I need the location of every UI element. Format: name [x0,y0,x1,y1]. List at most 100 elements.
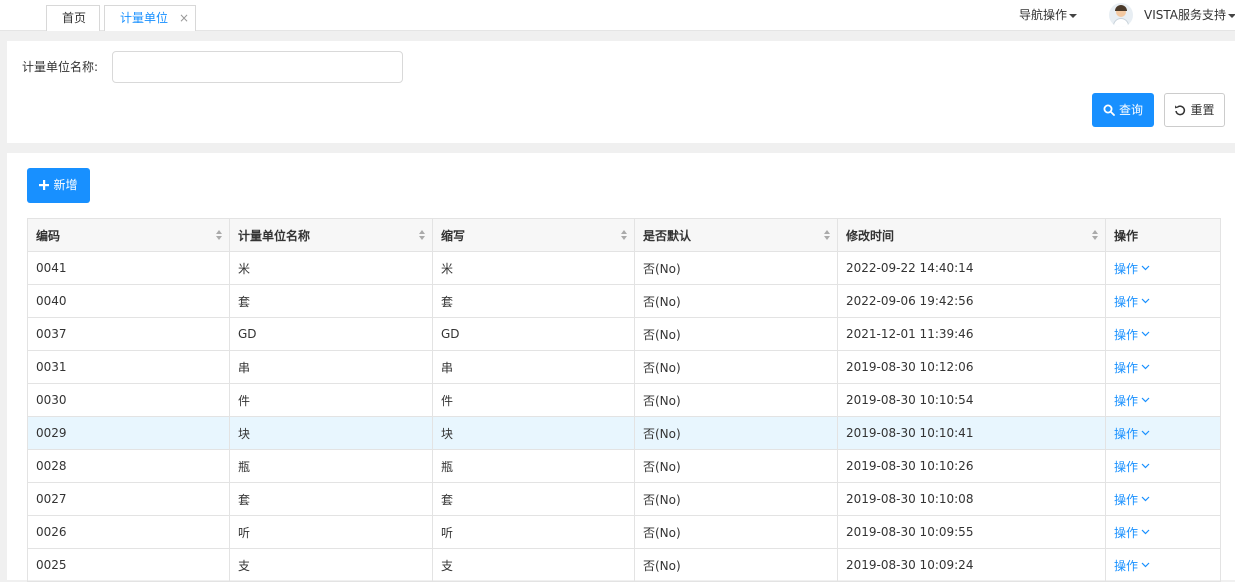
cell-is-default: 否(No) [634,548,838,582]
chevron-down-icon [1141,364,1150,370]
sort-icon[interactable] [824,230,830,240]
cell-abbreviation: 串 [432,350,635,384]
table-header-row: 编码 计量单位名称 缩写 是否默认 修改时间 操作 [27,218,1221,252]
cell-modified-time: 2019-08-30 10:10:08 [837,482,1106,516]
table-row[interactable]: 0030 件 件 否(No) 2019-08-30 10:10:54 操作 [27,383,1221,417]
cell-is-default: 否(No) [634,449,838,483]
cell-is-default: 否(No) [634,515,838,549]
column-header-label: 缩写 [441,228,466,243]
column-header-label: 操作 [1114,228,1139,243]
cell-actions: 操作 [1105,482,1221,516]
search-icon [1103,104,1115,116]
nav-operations-menu[interactable]: 导航操作 [1019,6,1078,24]
reset-button[interactable]: 重置 [1164,93,1225,127]
cell-actions: 操作 [1105,416,1221,450]
cell-abbreviation: 套 [432,482,635,516]
actions-dropdown[interactable]: 操作 [1114,427,1150,441]
chevron-down-icon [1141,298,1150,304]
cell-modified-time: 2019-08-30 10:12:06 [837,350,1106,384]
cell-code: 0037 [27,317,230,351]
search-panel: 计量单位名称: 查询 重置 [7,41,1235,143]
cell-code: 0041 [27,251,230,285]
cell-modified-time: 2019-08-30 10:10:26 [837,449,1106,483]
actions-dropdown[interactable]: 操作 [1114,493,1150,507]
table-row[interactable]: 0026 听 听 否(No) 2019-08-30 10:09:55 操作 [27,515,1221,549]
column-header-modified-time[interactable]: 修改时间 [837,218,1106,252]
caret-down-icon [1227,13,1235,18]
plus-icon [39,179,50,190]
cell-code: 0029 [27,416,230,450]
chevron-down-icon [1141,265,1150,271]
table-row[interactable]: 0028 瓶 瓶 否(No) 2019-08-30 10:10:26 操作 [27,449,1221,483]
cell-unit-name: 串 [229,350,433,384]
caret-down-icon [1069,13,1078,18]
table-row[interactable]: 0037 GD GD 否(No) 2021-12-01 11:39:46 操作 [27,317,1221,351]
cell-abbreviation: 套 [432,284,635,318]
cell-modified-time: 2022-09-06 19:42:56 [837,284,1106,318]
top-bar: 首页 计量单位 × 导航操作 VISTA服务支持 [0,0,1235,31]
column-header-unit-name[interactable]: 计量单位名称 [229,218,433,252]
chevron-down-icon [1141,430,1150,436]
table-row[interactable]: 0040 套 套 否(No) 2022-09-06 19:42:56 操作 [27,284,1221,318]
tab-label: 计量单位 [120,11,169,25]
column-header-abbreviation[interactable]: 缩写 [432,218,635,252]
column-header-label: 编码 [36,228,61,243]
actions-dropdown[interactable]: 操作 [1114,559,1150,573]
chevron-down-icon [1141,397,1150,403]
avatar[interactable] [1109,3,1133,27]
table-row[interactable]: 0041 米 米 否(No) 2022-09-22 14:40:14 操作 [27,251,1221,285]
actions-dropdown[interactable]: 操作 [1114,361,1150,375]
cell-is-default: 否(No) [634,482,838,516]
column-header-actions: 操作 [1105,218,1221,252]
cell-unit-name: 支 [229,548,433,582]
cell-unit-name: 米 [229,251,433,285]
cell-abbreviation: 件 [432,383,635,417]
table-row[interactable]: 0025 支 支 否(No) 2019-08-30 10:09:24 操作 [27,548,1221,582]
actions-dropdown[interactable]: 操作 [1114,295,1150,309]
add-button[interactable]: 新增 [27,168,90,203]
cell-actions: 操作 [1105,515,1221,549]
actions-dropdown[interactable]: 操作 [1114,460,1150,474]
query-button[interactable]: 查询 [1092,93,1154,127]
actions-dropdown[interactable]: 操作 [1114,328,1150,342]
table-row[interactable]: 0031 串 串 否(No) 2019-08-30 10:12:06 操作 [27,350,1221,384]
close-icon[interactable]: × [179,6,189,30]
column-header-label: 修改时间 [846,228,895,243]
cell-code: 0028 [27,449,230,483]
cell-unit-name: 瓶 [229,449,433,483]
cell-actions: 操作 [1105,548,1221,582]
undo-icon [1175,104,1186,115]
actions-dropdown[interactable]: 操作 [1114,262,1150,276]
tab-home[interactable]: 首页 [46,5,100,31]
sort-icon[interactable] [419,230,425,240]
cell-code: 0031 [27,350,230,384]
cell-code: 0027 [27,482,230,516]
sort-icon[interactable] [1092,230,1098,240]
table-row[interactable]: 0027 套 套 否(No) 2019-08-30 10:10:08 操作 [27,482,1221,516]
table-row-highlighted[interactable]: 0029 块 块 否(No) 2019-08-30 10:10:41 操作 [27,416,1221,450]
cell-is-default: 否(No) [634,383,838,417]
chevron-down-icon [1141,463,1150,469]
actions-dropdown[interactable]: 操作 [1114,526,1150,540]
actions-dropdown[interactable]: 操作 [1114,394,1150,408]
unit-name-input[interactable] [112,51,403,83]
actions-label: 操作 [1114,261,1139,276]
actions-label: 操作 [1114,294,1139,309]
column-header-code[interactable]: 编码 [27,218,230,252]
tab-measurement-unit[interactable]: 计量单位 × [104,5,196,31]
cell-modified-time: 2022-09-22 14:40:14 [837,251,1106,285]
user-name: VISTA服务支持 [1144,8,1226,22]
cell-code: 0040 [27,284,230,318]
actions-label: 操作 [1114,327,1139,342]
cell-unit-name: GD [229,317,433,351]
sort-icon[interactable] [621,230,627,240]
cell-abbreviation: 支 [432,548,635,582]
cell-is-default: 否(No) [634,251,838,285]
cell-unit-name: 听 [229,515,433,549]
tab-label: 首页 [62,11,87,25]
sort-icon[interactable] [216,230,222,240]
user-menu[interactable]: VISTA服务支持 [1144,6,1235,24]
cell-abbreviation: 米 [432,251,635,285]
chevron-down-icon [1141,529,1150,535]
column-header-is-default[interactable]: 是否默认 [634,218,838,252]
